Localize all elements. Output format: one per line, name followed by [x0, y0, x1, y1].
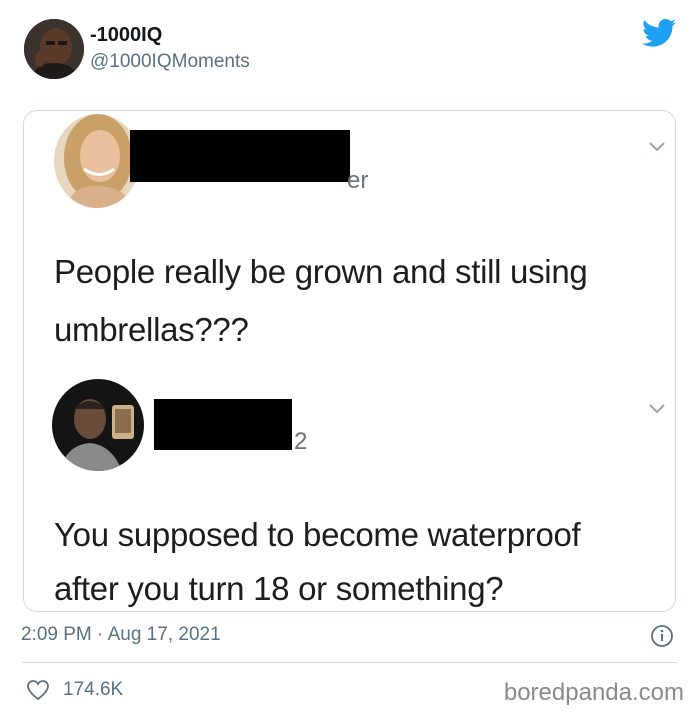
chevron-down-icon — [649, 404, 665, 414]
post1-text-line1: People really be grown and still using — [54, 253, 588, 290]
embedded-screenshot: er People really be grown and still usin… — [23, 110, 676, 612]
chevron-down-icon — [649, 142, 665, 152]
post1-redaction — [130, 130, 350, 182]
watermark: boredpanda.com — [503, 679, 684, 706]
post2-avatar — [52, 379, 144, 471]
twitter-bird-icon[interactable] — [642, 18, 676, 48]
info-icon[interactable] — [650, 624, 674, 648]
post1-text-line2: umbrellas??? — [54, 311, 249, 348]
like-count[interactable]: 174.6K — [63, 679, 123, 701]
post2-username-fragment: 2 — [294, 428, 308, 455]
post2-redaction — [154, 399, 292, 450]
post1-username-fragment: er — [347, 167, 369, 194]
post2-text-line2: after you turn 18 or something? — [54, 570, 504, 607]
divider — [22, 662, 677, 663]
author-display-name[interactable]: -1000IQ — [90, 24, 162, 47]
author-handle[interactable]: @1000IQMoments — [90, 51, 250, 73]
tweet-timestamp[interactable]: 2:09 PM · Aug 17, 2021 — [21, 624, 221, 646]
author-avatar[interactable] — [24, 19, 84, 79]
post2-text-line1: You supposed to become waterproof — [54, 516, 581, 553]
heart-icon[interactable] — [26, 679, 50, 701]
post1-avatar — [54, 114, 140, 208]
